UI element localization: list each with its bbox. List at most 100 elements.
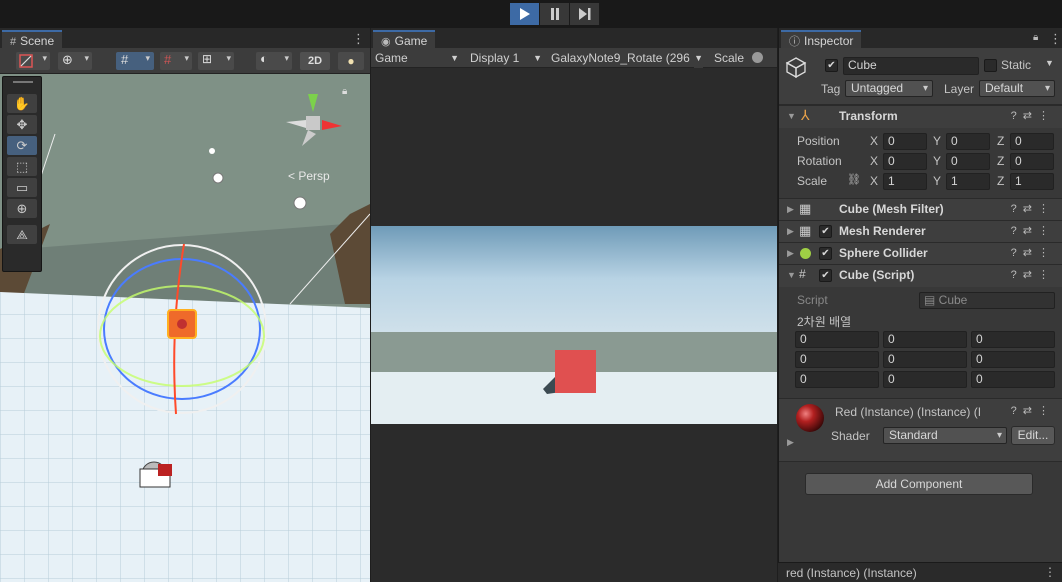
step-button[interactable] <box>570 3 600 25</box>
add-component-button[interactable]: Add Component <box>805 473 1033 495</box>
scale-slider-handle[interactable] <box>752 52 763 63</box>
chevron-down-icon: ▾ <box>284 53 289 63</box>
position-x-field[interactable]: 0 <box>883 133 927 150</box>
component-actions[interactable]: ?⇄⋮ <box>1011 109 1055 122</box>
tag-dropdown[interactable]: Untagged <box>845 80 933 97</box>
chevron-down-icon: ▾ <box>145 53 150 63</box>
component-actions[interactable]: ?⇄⋮ <box>1011 224 1055 237</box>
pause-button[interactable] <box>540 3 570 25</box>
rotation-x-field[interactable]: 0 <box>883 153 927 170</box>
scale-y-field[interactable]: 1 <box>946 173 990 190</box>
position-z-field[interactable]: 0 <box>1010 133 1054 150</box>
playmode-controls <box>510 3 600 25</box>
edit-shader-button[interactable]: Edit... <box>1011 426 1055 445</box>
component-actions[interactable]: ?⇄⋮ <box>1011 268 1055 281</box>
scene-menu-icon[interactable]: ⋮ <box>352 31 365 47</box>
array-cell[interactable]: 0 <box>795 331 879 348</box>
move-tool-icon[interactable]: ✥ <box>7 115 37 134</box>
shader-dropdown[interactable]: Standard <box>883 427 1007 444</box>
active-checkbox[interactable]: ✔ <box>825 59 838 72</box>
script-header[interactable]: ▼ # ✔ Cube (Script) ?⇄⋮ <box>779 264 1062 287</box>
collapsed-arrow-icon[interactable]: ▶ <box>787 437 794 448</box>
draw-mode-dropdown[interactable]: ▾ <box>16 52 50 70</box>
drag-handle[interactable] <box>13 81 33 83</box>
array-cell[interactable]: 0 <box>795 351 879 368</box>
resolution-dropdown[interactable]: GalaxyNote9_Rotate (296 ▼ <box>551 48 705 68</box>
component-actions[interactable]: ?⇄⋮ <box>1011 202 1055 215</box>
global-dropdown[interactable]: ⊕ ▾ <box>58 52 92 70</box>
tab-game[interactable]: ◉ Game <box>373 30 436 48</box>
lock-icon[interactable]: 🔒︎ <box>342 86 347 97</box>
rotation-y-label: Y <box>933 154 942 168</box>
game-panel: ◉ Game Game ▼ Display 1 ▼ GalaxyNote9_Rot… <box>371 28 777 582</box>
rotate-tool-icon[interactable]: ⟳ <box>7 136 37 155</box>
scale-x-field[interactable]: 1 <box>883 173 927 190</box>
component-actions[interactable]: ?⇄⋮ <box>1011 246 1055 259</box>
tab-inspector[interactable]: ⓘ Inspector <box>781 30 862 48</box>
inspector-menu-icon[interactable]: ⋮ <box>1049 31 1062 47</box>
orientation-gizmo[interactable] <box>280 84 360 164</box>
lighting-toggle-icon[interactable]: ● <box>338 52 364 70</box>
sphere-collider-checkbox[interactable]: ✔ <box>819 247 832 260</box>
material-actions[interactable]: ?⇄⋮ <box>1011 404 1055 417</box>
array-cell[interactable]: 0 <box>795 371 879 388</box>
custom-tool-icon[interactable]: ⟁ <box>7 225 37 244</box>
array-cell[interactable]: 0 <box>883 371 967 388</box>
mesh-filter-icon: ▦ <box>799 201 812 216</box>
position-y-label: Y <box>933 134 942 148</box>
array-cell[interactable]: 0 <box>971 371 1055 388</box>
display-value: Display 1 <box>470 51 520 65</box>
object-name-field[interactable]: Cube <box>843 57 979 75</box>
layer-dropdown[interactable]: Default <box>979 80 1055 97</box>
sphere-collider-icon <box>800 248 811 259</box>
material-sphere-icon[interactable] <box>795 403 825 433</box>
hand-tool-icon[interactable]: ✋ <box>7 94 37 113</box>
display-dropdown[interactable]: Display 1 ▼ <box>470 48 544 68</box>
step-icon <box>578 8 590 20</box>
mesh-renderer-checkbox[interactable]: ✔ <box>819 225 832 238</box>
static-dropdown-icon[interactable]: ▼ <box>1045 58 1054 68</box>
shading-mode-dropdown[interactable]: ◐ ▾ <box>256 51 292 70</box>
static-checkbox[interactable] <box>984 59 997 72</box>
sphere-collider-header[interactable]: ▶ ✔ Sphere Collider ?⇄⋮ <box>779 242 1062 265</box>
gamepad-icon: ◉ <box>381 36 391 48</box>
position-y-field[interactable]: 0 <box>946 133 990 150</box>
sphere-icon: ◐ <box>260 51 268 66</box>
gizmo-dropdown[interactable]: ⊞ ▾ <box>198 52 234 70</box>
play-button[interactable] <box>510 3 540 25</box>
globe-icon: ⊕ <box>62 52 73 67</box>
position-label: Position <box>797 134 840 148</box>
array-cell[interactable]: 0 <box>971 331 1055 348</box>
snap-increment-dropdown[interactable]: # ▾ <box>160 52 192 70</box>
array-cell[interactable]: 0 <box>883 331 967 348</box>
mesh-filter-header[interactable]: ▶ ▦ Cube (Mesh Filter) ?⇄⋮ <box>779 198 1062 221</box>
persp-label[interactable]: < Persp <box>288 169 330 183</box>
scene-viewport[interactable]: < Persp 🔒︎ <box>0 74 370 582</box>
lock-icon[interactable]: 🔒︎ <box>1033 32 1038 43</box>
transform-title: Transform <box>839 109 898 123</box>
array-cell[interactable]: 0 <box>971 351 1055 368</box>
scale-tool-icon[interactable]: ⬚ <box>7 157 37 176</box>
game-mode-dropdown[interactable]: Game ▼ <box>375 48 461 68</box>
2d-toggle-button[interactable]: 2D <box>300 52 330 70</box>
constrain-proportions-icon[interactable]: ⛓ <box>847 173 861 186</box>
tab-scene[interactable]: # Scene <box>2 30 63 48</box>
game-viewport[interactable] <box>371 226 777 424</box>
play-icon <box>519 8 530 20</box>
preview-menu-icon[interactable]: ⋮ <box>1044 565 1056 579</box>
transform-tool-icon[interactable]: ⊕ <box>7 199 37 218</box>
rotation-z-field[interactable]: 0 <box>1010 153 1054 170</box>
rotation-y-field[interactable]: 0 <box>946 153 990 170</box>
grid-snap-toggle[interactable]: # ▾ <box>116 52 154 70</box>
script-checkbox[interactable]: ✔ <box>819 269 832 282</box>
chevron-down-icon: ▼ <box>450 53 459 63</box>
snap-icon: # <box>164 52 172 67</box>
transform-header[interactable]: ▼ ⅄ Transform ?⇄⋮ <box>779 105 1062 128</box>
scale-z-field[interactable]: 1 <box>1010 173 1054 190</box>
pause-icon <box>550 8 559 20</box>
rect-tool-icon[interactable]: ▭ <box>7 178 37 197</box>
grid-snap-icon: # <box>121 52 129 67</box>
inspector-preview-bar[interactable]: red (Instance) (Instance) ⋮ <box>778 562 1062 582</box>
array-cell[interactable]: 0 <box>883 351 967 368</box>
mesh-renderer-header[interactable]: ▶ ▦ ✔ Mesh Renderer ?⇄⋮ <box>779 220 1062 243</box>
